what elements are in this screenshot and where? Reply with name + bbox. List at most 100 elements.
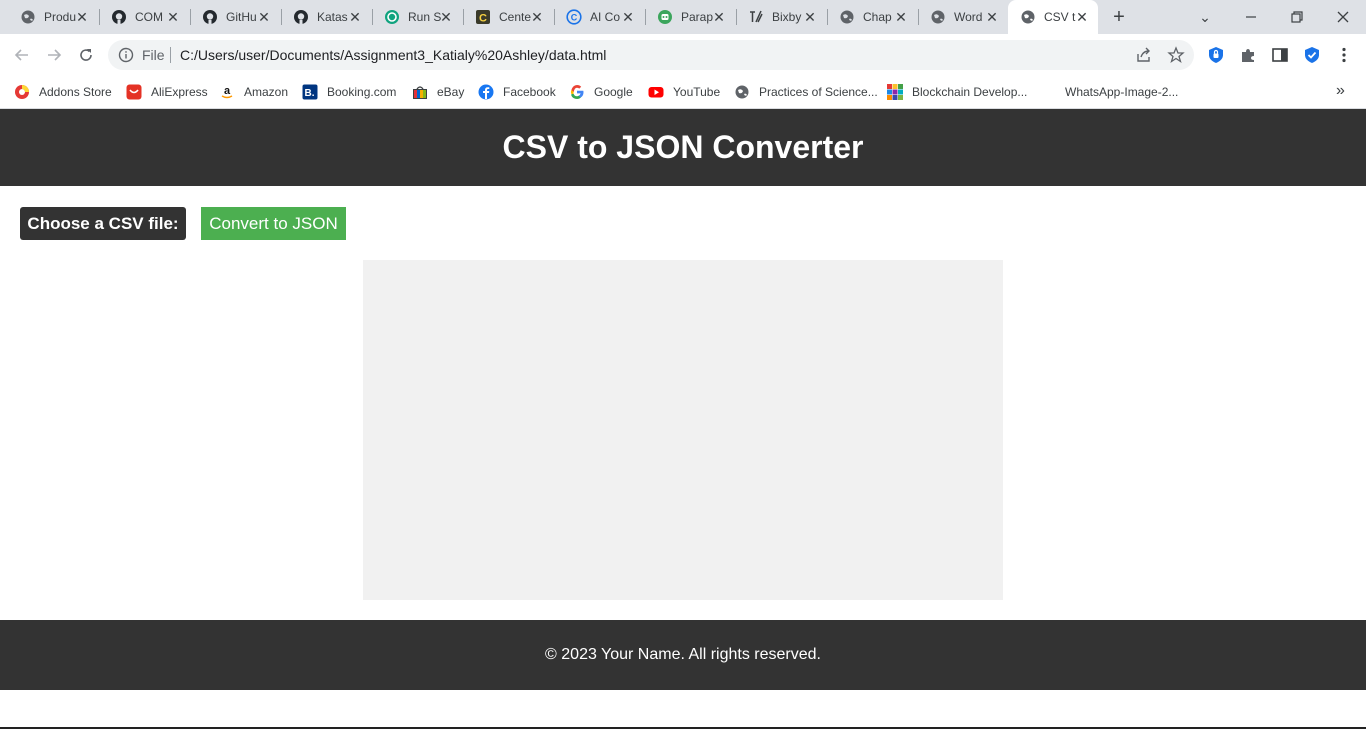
puzzle-icon[interactable]: [1239, 46, 1257, 64]
tab-0[interactable]: Produ ✕: [8, 0, 98, 34]
browser-toolbar: File C:/Users/user/Documents/Assignment3…: [0, 34, 1366, 76]
tab-8[interactable]: Bixby ✕: [736, 0, 826, 34]
close-icon[interactable]: ✕: [438, 9, 454, 25]
tab-1[interactable]: COM ✕: [99, 0, 189, 34]
tab-10[interactable]: Word ✕: [918, 0, 1008, 34]
bookmark-addons-store[interactable]: Addons Store: [14, 83, 112, 101]
svg-text:a: a: [224, 85, 231, 97]
addons-store-icon: [14, 84, 30, 100]
tab-11-active[interactable]: CSV t ✕: [1008, 0, 1098, 34]
restore-icon[interactable]: [1274, 0, 1320, 34]
bookmarks-bar: Addons Store AliExpress a Amazon B. Book…: [0, 76, 1366, 109]
bookmark-whatsapp-image[interactable]: WhatsApp-Image-2...: [1065, 83, 1178, 101]
robot-icon: [657, 9, 673, 25]
ebay-icon: [412, 84, 428, 100]
tab-5[interactable]: C Cente ✕: [463, 0, 553, 34]
github-icon: [111, 9, 127, 25]
c-logo-icon: C: [475, 9, 491, 25]
globe-icon: [20, 9, 36, 25]
extension-shield-icon[interactable]: [1207, 46, 1225, 64]
address-bar[interactable]: File C:/Users/user/Documents/Assignment3…: [108, 40, 1194, 70]
globe-icon: [839, 9, 855, 25]
bookmark-label: Booking.com: [327, 85, 397, 99]
page-footer: © 2023 Your Name. All rights reserved.: [0, 620, 1366, 690]
bookmark-label: WhatsApp-Image-2...: [1065, 85, 1179, 99]
scheme-label: File: [142, 47, 165, 63]
amazon-icon: a: [219, 84, 235, 100]
bookmark-aliexpress[interactable]: AliExpress: [126, 83, 208, 101]
reload-icon[interactable]: [73, 42, 99, 68]
aliexpress-icon: [126, 84, 142, 100]
minimize-icon[interactable]: [1228, 0, 1274, 34]
close-window-icon[interactable]: [1320, 0, 1366, 34]
bookmark-amazon[interactable]: a Amazon: [219, 83, 288, 101]
bookmark-label: Practices of Science...: [759, 85, 878, 99]
bookmark-practices-of-science[interactable]: Practices of Science...: [734, 83, 878, 101]
convert-to-json-button[interactable]: Convert to JSON: [201, 207, 346, 240]
close-icon[interactable]: ✕: [74, 9, 90, 25]
quill-icon: [748, 9, 764, 25]
close-icon[interactable]: ✕: [1074, 9, 1090, 25]
bookmark-ebay[interactable]: eBay: [412, 83, 464, 101]
svg-text:C: C: [571, 13, 578, 23]
bookmark-label: eBay: [437, 85, 465, 99]
forward-arrow-icon[interactable]: [41, 42, 67, 68]
tab-7[interactable]: Parap ✕: [645, 0, 735, 34]
page-title: CSV to JSON Converter: [502, 129, 864, 165]
extension-check-icon[interactable]: [1303, 46, 1321, 64]
github-icon: [202, 9, 218, 25]
bookmark-booking[interactable]: B. Booking.com: [302, 83, 396, 101]
tab-6[interactable]: C AI Co ✕: [554, 0, 644, 34]
tab-search-chevron-icon[interactable]: ⌄: [1182, 0, 1228, 34]
github-icon: [293, 9, 309, 25]
tab-3[interactable]: Katas ✕: [281, 0, 371, 34]
facebook-icon: [478, 84, 494, 100]
tab-4[interactable]: Run S ✕: [372, 0, 462, 34]
bookmark-youtube[interactable]: YouTube: [648, 83, 720, 101]
info-icon[interactable]: [118, 47, 134, 68]
browser-tab-strip: Produ ✕ COM ✕ GitHu ✕ Katas ✕ Run S ✕ C …: [0, 0, 1366, 34]
bookmark-facebook[interactable]: Facebook: [478, 83, 556, 101]
bookmark-google[interactable]: Google: [569, 83, 633, 101]
close-icon[interactable]: ✕: [984, 9, 1000, 25]
bookmark-label: YouTube: [673, 85, 721, 99]
footer-text: © 2023 Your Name. All rights reserved.: [545, 646, 821, 663]
bookmark-label: Facebook: [503, 85, 556, 99]
globe-icon: [1020, 9, 1036, 25]
bookmark-label: Blockchain Develop...: [912, 85, 1028, 99]
svg-text:C: C: [479, 13, 487, 25]
share-icon[interactable]: [1135, 46, 1153, 64]
choose-csv-file-button[interactable]: Choose a CSV file:: [20, 207, 186, 240]
close-icon[interactable]: ✕: [893, 9, 909, 25]
close-icon[interactable]: ✕: [347, 9, 363, 25]
close-icon[interactable]: ✕: [802, 9, 818, 25]
bookmark-blockchain[interactable]: Blockchain Develop...: [887, 83, 1027, 101]
bookmark-label: Google: [594, 85, 633, 99]
globe-icon: [930, 9, 946, 25]
json-output-area: [363, 260, 1003, 600]
close-icon[interactable]: ✕: [711, 9, 727, 25]
openai-icon: [384, 9, 400, 25]
close-icon[interactable]: ✕: [529, 9, 545, 25]
menu-kebab-icon[interactable]: [1335, 46, 1353, 64]
star-icon[interactable]: [1167, 46, 1185, 64]
bookmark-label: Addons Store: [39, 85, 112, 99]
google-icon: [569, 84, 585, 100]
page-viewport: CSV to JSON Converter Choose a CSV file:…: [0, 109, 1366, 729]
bookmark-label: Amazon: [244, 85, 289, 99]
grid-icon: [887, 84, 903, 100]
close-icon[interactable]: ✕: [620, 9, 636, 25]
close-icon[interactable]: ✕: [165, 9, 181, 25]
tab-9[interactable]: Chap ✕: [827, 0, 917, 34]
svg-text:B.: B.: [305, 88, 315, 99]
copyright-logo-icon: C: [566, 9, 582, 25]
booking-icon: B.: [302, 84, 318, 100]
chevron-double-right-icon[interactable]: »: [1336, 82, 1345, 100]
tab-2[interactable]: GitHu ✕: [190, 0, 280, 34]
new-tab-button[interactable]: +: [1106, 4, 1132, 30]
url-text[interactable]: C:/Users/user/Documents/Assignment3_Kati…: [180, 47, 606, 63]
side-panel-icon[interactable]: [1271, 46, 1289, 64]
bookmark-label: AliExpress: [151, 85, 208, 99]
close-icon[interactable]: ✕: [256, 9, 272, 25]
back-arrow-icon[interactable]: [9, 42, 35, 68]
